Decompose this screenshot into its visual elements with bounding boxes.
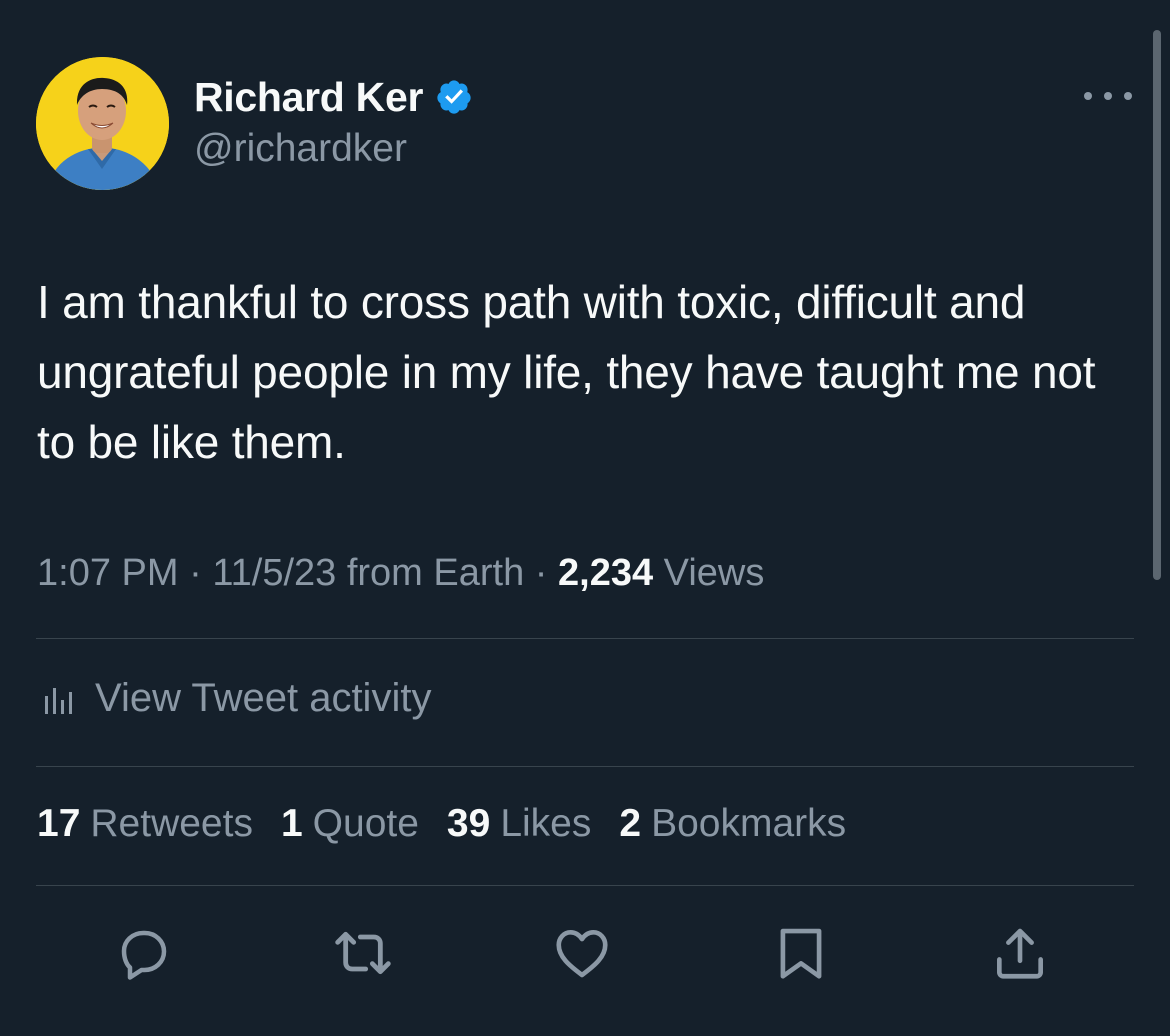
views-label: Views (663, 552, 765, 594)
retweet-icon (335, 931, 391, 975)
retweets-label: Retweets (90, 802, 253, 845)
likes-count: 39 (446, 802, 491, 845)
bookmark-button[interactable] (766, 918, 836, 988)
author-handle[interactable]: @richardker (194, 127, 407, 171)
dot-icon (1104, 92, 1112, 100)
bookmark-icon (780, 928, 822, 979)
author-display-name[interactable]: Richard Ker (194, 74, 423, 121)
bookmarks-stat[interactable]: 2 Bookmarks (619, 802, 846, 846)
meta-separator: · (534, 552, 548, 594)
share-button[interactable] (985, 918, 1055, 988)
meta-separator: · (189, 552, 202, 594)
retweets-count: 17 (37, 802, 81, 845)
likes-stat[interactable]: 39 Likes (447, 802, 591, 846)
view-tweet-activity-button[interactable]: View Tweet activity (37, 672, 431, 724)
likes-label: Likes (500, 802, 592, 845)
tweet-text: I am thankful to cross path with toxic, … (37, 276, 1096, 468)
divider (36, 766, 1134, 767)
views-count: 2,234 (558, 552, 654, 594)
bookmarks-label: Bookmarks (651, 802, 847, 845)
engagement-stats: 17 Retweets 1 Quote 39 Likes 2 Bookmarks (37, 802, 846, 846)
retweet-button[interactable] (328, 918, 398, 988)
quotes-stat[interactable]: 1 Quote (281, 802, 419, 846)
dot-icon (1124, 92, 1132, 100)
reply-button[interactable] (109, 918, 179, 988)
author-name-row: Richard Ker (194, 72, 473, 122)
bookmarks-count: 2 (619, 802, 642, 845)
tweet-date-source[interactable]: 11/5/23 from Earth (212, 552, 524, 594)
like-button[interactable] (547, 918, 617, 988)
view-tweet-activity-label: View Tweet activity (95, 675, 432, 720)
tweet-detail: Richard Ker @richardker I am thankful to… (0, 0, 1170, 1036)
scrollbar[interactable] (1153, 30, 1161, 580)
divider (36, 885, 1134, 886)
dot-icon (1084, 92, 1092, 100)
tweet-actions (0, 918, 1170, 988)
quotes-label: Quote (312, 802, 419, 845)
avatar-image (36, 57, 169, 190)
bar-chart-icon (45, 688, 72, 714)
retweets-stat[interactable]: 17 Retweets (37, 802, 253, 846)
quotes-count: 1 (280, 802, 303, 845)
verified-badge-icon (437, 80, 471, 114)
tweet-time[interactable]: 1:07 PM (37, 552, 179, 594)
reply-icon (121, 930, 167, 980)
like-icon (556, 930, 608, 978)
share-icon (997, 928, 1043, 979)
divider (36, 638, 1134, 639)
more-options-icon[interactable] (1084, 84, 1132, 108)
tweet-meta: 1:07 PM · 11/5/23 from Earth · 2,234 Vie… (37, 552, 764, 595)
avatar[interactable] (36, 57, 169, 190)
